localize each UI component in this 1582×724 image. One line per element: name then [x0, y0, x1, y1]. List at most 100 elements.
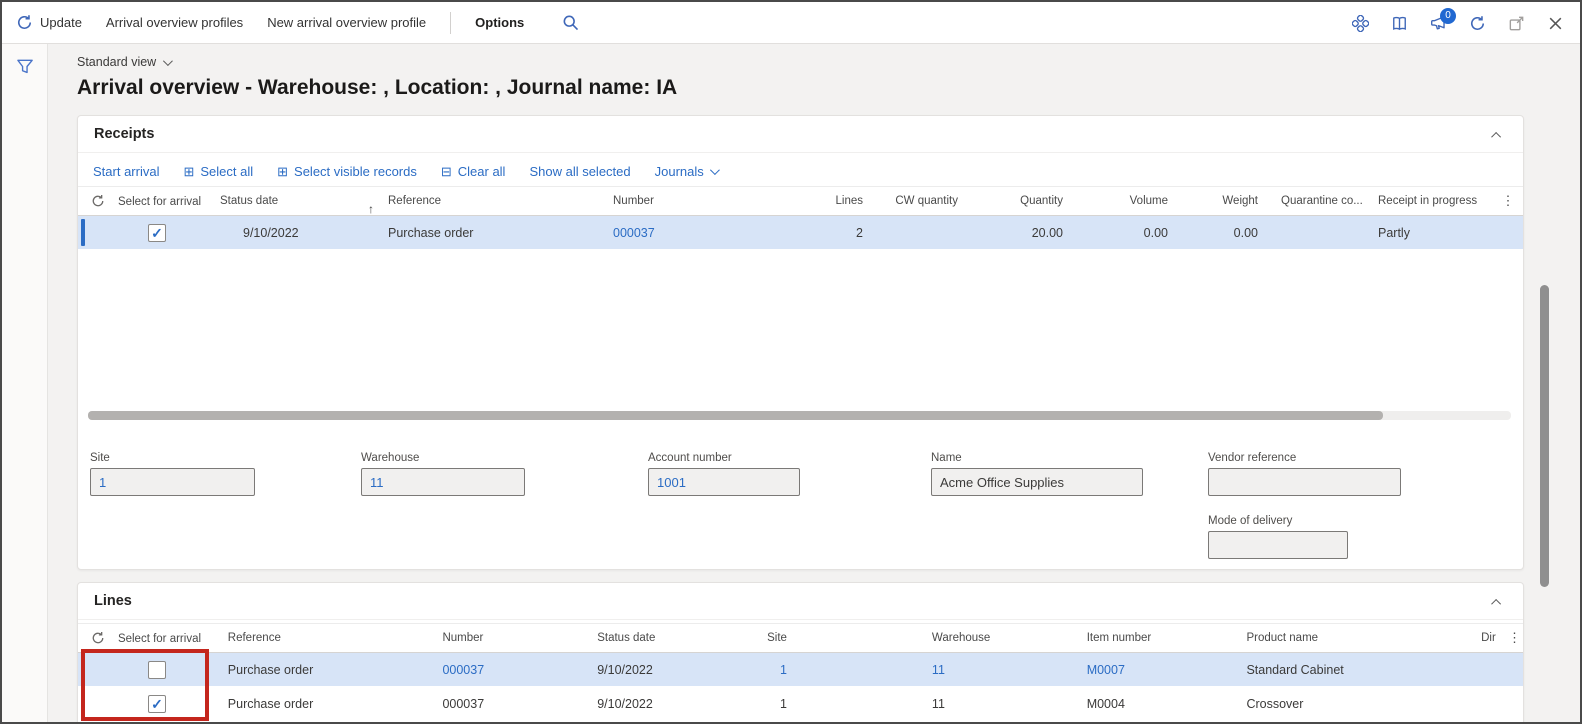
cell-product-name: Crossover [1246, 696, 1304, 711]
cell-status-date: 9/10/2022 [243, 225, 299, 240]
column-warehouse[interactable]: Warehouse [787, 632, 1082, 644]
update-button[interactable]: Update [16, 14, 82, 31]
column-reference[interactable]: Reference [388, 195, 613, 207]
cell-number-link[interactable]: 000037 [442, 663, 597, 677]
column-status-date[interactable]: Status date [597, 632, 747, 644]
kebab-menu-icon[interactable]: ⋮ [1508, 630, 1523, 646]
cell-site-link[interactable]: 1 [747, 663, 787, 677]
column-lines[interactable]: Lines [778, 195, 864, 207]
column-site[interactable]: Site [747, 632, 787, 644]
column-receipt-in-progress[interactable]: Receipt in progress [1363, 195, 1493, 207]
site-input[interactable] [90, 468, 255, 496]
column-dir-truncated[interactable]: Dir [1476, 632, 1508, 644]
cell-warehouse-link[interactable]: 11 [787, 663, 1082, 677]
search-icon[interactable] [562, 14, 579, 31]
journals-menu-button[interactable]: Journals [655, 164, 720, 179]
lines-section: Lines Select for arrival Reference Numbe… [77, 582, 1524, 722]
refresh-page-icon[interactable] [1469, 14, 1486, 32]
column-item-number[interactable]: Item number [1082, 632, 1242, 644]
new-arrival-overview-profile-button[interactable]: New arrival overview profile [267, 15, 426, 30]
cell-status-date: 9/10/2022 [597, 696, 653, 711]
lines-grid-header: Select for arrival Reference Number Stat… [78, 623, 1523, 653]
receipts-toolbar: Start arrival ⊞ Select all ⊞ Select visibl… [93, 158, 720, 184]
lines-table-row[interactable]: ✓ Purchase order 000037 9/10/2022 1 11 M… [78, 687, 1523, 720]
row-checkbox[interactable]: ✓ [148, 223, 166, 242]
check-icon: ✓ [151, 224, 163, 241]
mode-of-delivery-input[interactable] [1208, 531, 1348, 559]
clear-all-button[interactable]: ⊟ Clear all [441, 164, 506, 179]
grid-select-icon: ⊞ [277, 163, 289, 179]
cell-quantity: 20.00 [1031, 225, 1063, 240]
warehouse-field: Warehouse [361, 452, 525, 496]
select-all-button[interactable]: ⊞ Select all [183, 164, 253, 179]
cell-item-number: M0004 [1086, 696, 1125, 711]
chevron-down-icon [709, 164, 720, 175]
collapse-lines-icon[interactable] [1491, 598, 1502, 609]
cell-status-date: 9/10/2022 [597, 662, 653, 677]
close-icon[interactable] [1547, 15, 1564, 32]
column-volume[interactable]: Volume [1063, 195, 1168, 207]
grid-select-icon: ⊞ [183, 163, 195, 179]
left-filter-rail [2, 44, 48, 722]
kebab-menu-icon[interactable]: ⋮ [1493, 193, 1523, 209]
view-selector[interactable]: Standard view [77, 55, 174, 69]
cell-item-number-link[interactable]: M0007 [1082, 663, 1242, 677]
row-checkbox[interactable]: ✓ [147, 694, 166, 713]
cell-reference: Purchase order [227, 696, 314, 711]
account-number-label: Account number [648, 452, 732, 464]
account-number-input[interactable] [648, 468, 800, 496]
popout-window-icon[interactable] [1508, 15, 1525, 32]
cell-reference: Purchase order [388, 225, 474, 240]
toolbar-divider [450, 11, 452, 34]
account-number-field: Account number [648, 452, 800, 496]
column-number[interactable]: Number [442, 632, 597, 644]
row-checkbox[interactable]: ✓ [147, 660, 166, 679]
grid-refresh-icon[interactable] [91, 631, 105, 645]
column-cw-quantity[interactable]: CW quantity [863, 195, 958, 207]
column-select-for-arrival[interactable]: Select for arrival [118, 632, 223, 645]
column-reference[interactable]: Reference [223, 632, 443, 644]
lines-table-row[interactable]: ✓ Purchase order 000037 9/10/2022 1 11 M… [78, 653, 1523, 686]
vendor-reference-input[interactable] [1208, 468, 1401, 496]
divider [78, 152, 1523, 153]
lines-section-title: Lines [94, 593, 132, 609]
filter-funnel-icon[interactable] [16, 58, 33, 75]
app-window: Update Arrival overview profiles New arr… [0, 0, 1582, 724]
page-title: Arrival overview - Warehouse: , Location… [77, 76, 678, 99]
cell-reference: Purchase order [227, 662, 314, 677]
name-label: Name [931, 452, 962, 464]
grid-refresh-icon[interactable] [91, 194, 105, 208]
column-status-date[interactable]: Status date ↑ [218, 195, 388, 216]
collapse-receipts-icon[interactable] [1491, 131, 1502, 142]
column-quantity[interactable]: Quantity [958, 195, 1063, 207]
show-all-selected-button[interactable]: Show all selected [529, 164, 630, 179]
mode-of-delivery-label: Mode of delivery [1208, 515, 1293, 527]
dynamics-apps-icon[interactable] [1352, 14, 1369, 32]
cell-site: 1 [779, 696, 787, 711]
update-label: Update [40, 15, 82, 30]
vertical-scrollbar-thumb[interactable] [1540, 285, 1549, 587]
arrival-overview-profiles-button[interactable]: Arrival overview profiles [106, 15, 243, 30]
start-arrival-button[interactable]: Start arrival [93, 164, 159, 179]
column-number[interactable]: Number [613, 195, 778, 207]
warehouse-input[interactable] [361, 468, 525, 496]
column-quarantine[interactable]: Quarantine co... [1258, 195, 1363, 207]
select-visible-records-button[interactable]: ⊞ Select visible records [277, 164, 417, 179]
receipts-table-row[interactable]: ✓ 9/10/2022 Purchase order 000037 2 20.0… [78, 216, 1523, 249]
cell-number: 000037 [442, 696, 485, 711]
cell-number-link[interactable]: 000037 [613, 226, 778, 240]
name-input[interactable] [931, 468, 1143, 496]
horizontal-scrollbar-thumb[interactable] [88, 411, 1383, 420]
cell-product-name: Standard Cabinet [1246, 662, 1344, 677]
vendor-reference-label: Vendor reference [1208, 452, 1297, 464]
cell-receipt-in-progress: Partly [1378, 225, 1410, 240]
task-guide-book-icon[interactable] [1391, 15, 1408, 32]
refresh-icon [17, 14, 32, 30]
column-select-for-arrival[interactable]: Select for arrival [118, 195, 218, 208]
notifications-button[interactable]: 0 [1430, 7, 1456, 32]
options-menu-button[interactable]: Options [475, 15, 524, 30]
cell-volume: 0.00 [1143, 225, 1168, 240]
column-product-name[interactable]: Product name [1241, 632, 1476, 644]
column-weight[interactable]: Weight [1168, 195, 1258, 207]
cell-lines: 2 [856, 225, 863, 240]
